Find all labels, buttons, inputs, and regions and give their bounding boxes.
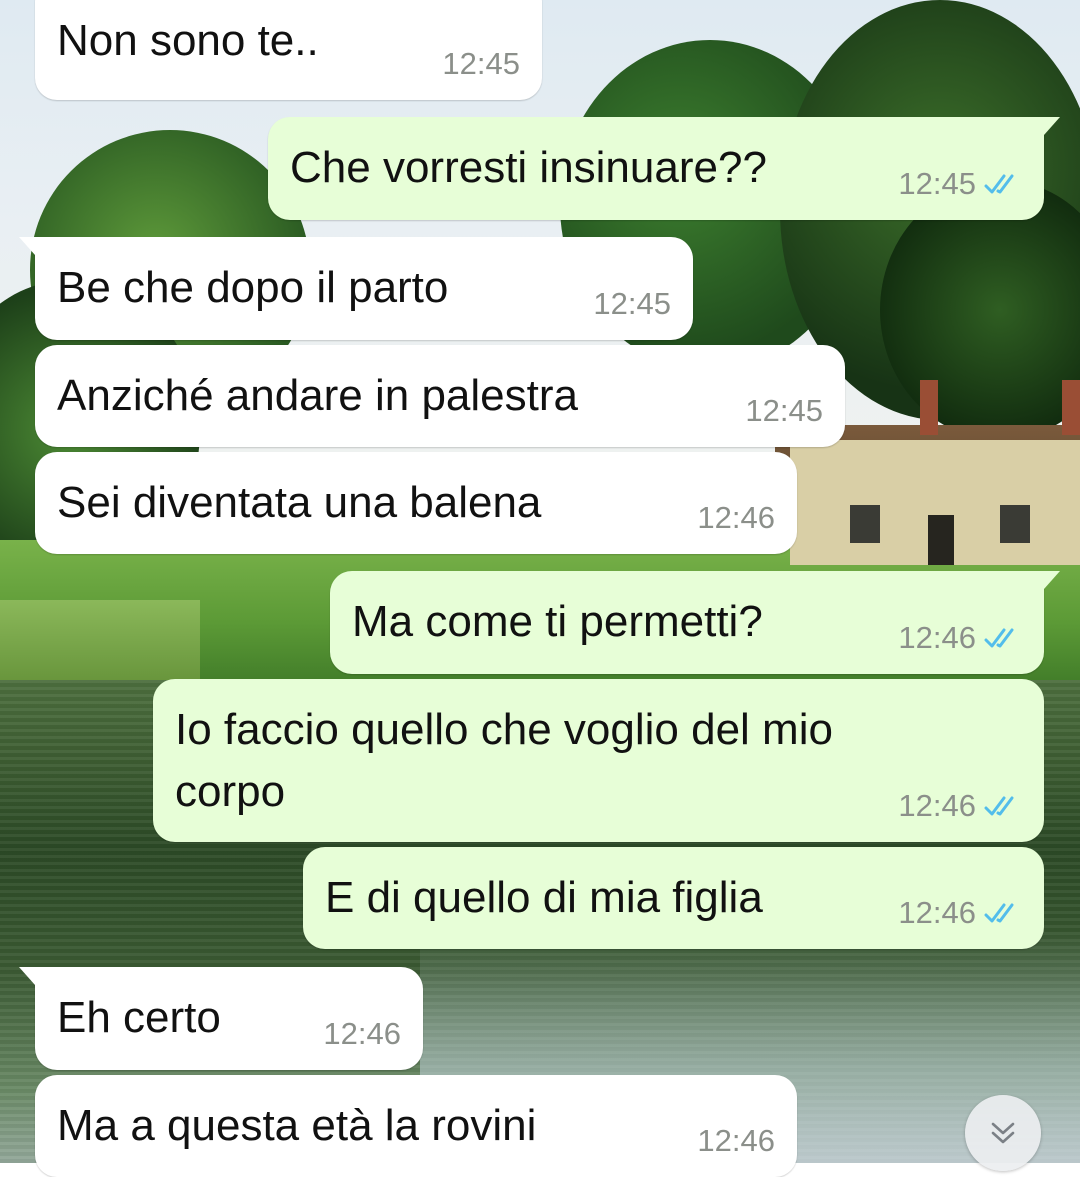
double-check-icon	[984, 796, 1014, 816]
message-meta: 12:45	[593, 286, 671, 322]
message-bubble-outgoing[interactable]: Io faccio quello che voglio del mio corp…	[153, 679, 1044, 842]
message-time: 12:46	[898, 620, 976, 655]
double-check-icon	[984, 174, 1014, 194]
message-text: Eh certo	[57, 993, 221, 1042]
message-text: Ma come ti permetti?	[352, 597, 763, 646]
scroll-to-bottom-button[interactable]	[965, 1095, 1041, 1171]
message-time: 12:46	[323, 1016, 401, 1051]
message-text: Che vorresti insinuare??	[290, 143, 767, 192]
message-text: Ma a questa età la rovini	[57, 1101, 537, 1150]
message-bubble-incoming[interactable]: Eh certo 12:46	[19, 967, 423, 1070]
double-chevron-down-icon	[991, 1122, 1015, 1144]
message-meta: 12:45	[745, 393, 823, 429]
message-time: 12:45	[898, 166, 976, 201]
message-time: 12:45	[745, 393, 823, 428]
message-time: 12:45	[593, 286, 671, 321]
message-bubble-incoming[interactable]: Non sono te.. 12:45	[35, 0, 542, 100]
message-time: 12:45	[442, 46, 520, 81]
message-meta: 12:46	[323, 1016, 401, 1052]
message-text: Be che dopo il parto	[57, 263, 449, 312]
message-time: 12:46	[697, 500, 775, 535]
message-bubble-incoming[interactable]: Be che dopo il parto 12:45	[19, 237, 693, 340]
message-time: 12:46	[898, 788, 976, 823]
message-meta: 12:45	[898, 166, 1022, 202]
double-check-icon	[984, 903, 1014, 923]
message-meta: 12:46	[898, 788, 1022, 824]
message-bubble-outgoing[interactable]: Ma come ti permetti? 12:46	[330, 571, 1060, 674]
message-bubble-outgoing[interactable]: E di quello di mia figlia 12:46	[303, 847, 1044, 949]
message-meta: 12:46	[697, 500, 775, 536]
message-time: 12:46	[697, 1123, 775, 1158]
message-text: E di quello di mia figlia	[325, 873, 763, 922]
message-text: Anziché andare in palestra	[57, 371, 578, 420]
message-bubble-incoming[interactable]: Anziché andare in palestra 12:45	[35, 345, 845, 447]
message-meta: 12:45	[442, 46, 520, 82]
message-meta: 12:46	[697, 1123, 775, 1159]
message-bubble-incoming[interactable]: Sei diventata una balena 12:46	[35, 452, 797, 554]
message-bubble-outgoing[interactable]: Che vorresti insinuare?? 12:45	[268, 117, 1060, 220]
message-meta: 12:46	[898, 620, 1022, 656]
message-bubble-incoming[interactable]: Ma a questa età la rovini 12:46	[35, 1075, 797, 1177]
message-text: Io faccio quello che voglio del mio corp…	[175, 705, 833, 816]
message-text: Sei diventata una balena	[57, 478, 542, 527]
double-check-icon	[984, 628, 1014, 648]
message-text: Non sono te..	[57, 16, 319, 65]
message-meta: 12:46	[898, 895, 1022, 931]
message-time: 12:46	[898, 895, 976, 930]
